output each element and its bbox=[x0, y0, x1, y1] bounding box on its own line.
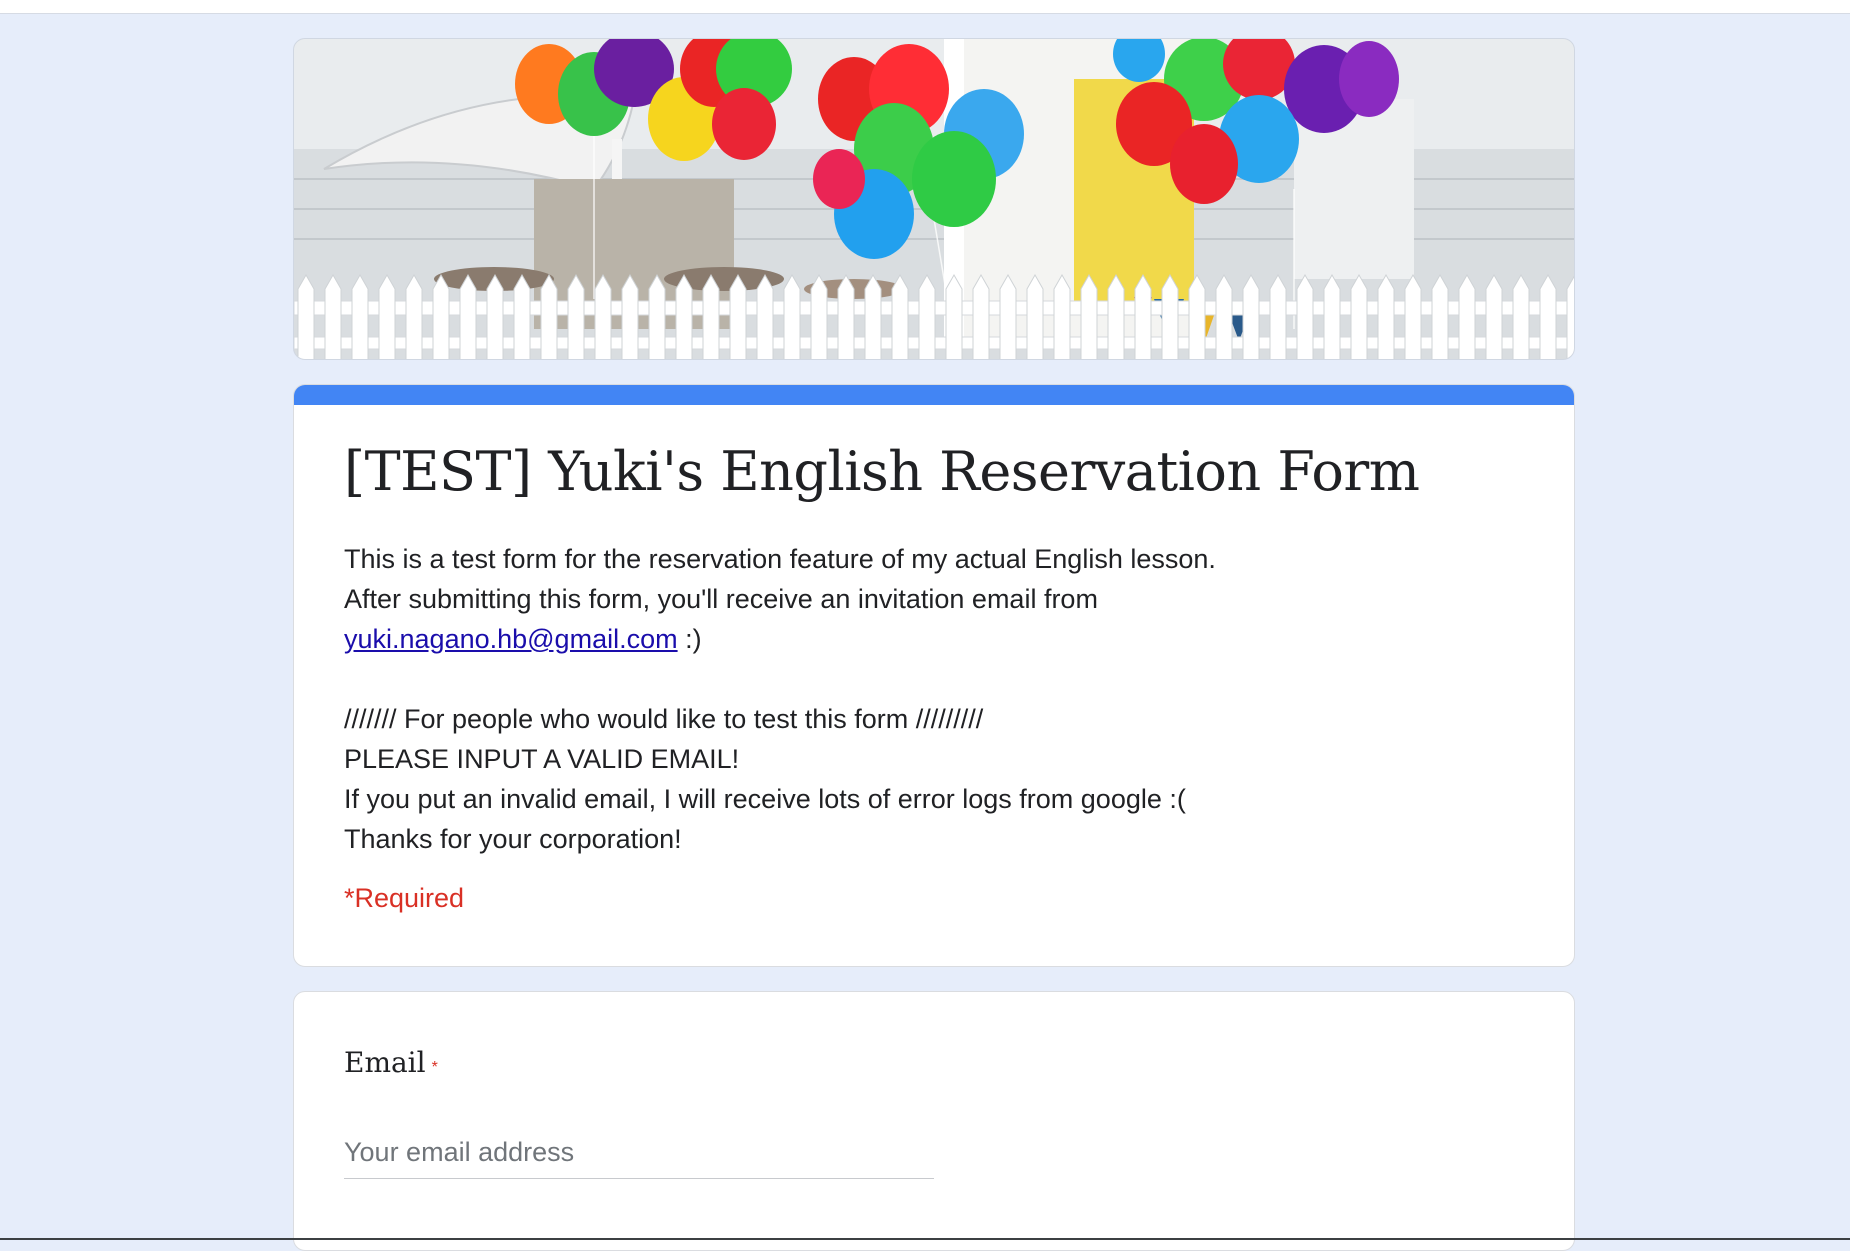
description-blank-line bbox=[344, 659, 1524, 699]
description-link-line: yuki.nagano.hb@gmail.com :) bbox=[344, 619, 1524, 659]
form-description: This is a test form for the reservation … bbox=[344, 539, 1524, 859]
form-page: [TEST] Yuki's English Reservation Form T… bbox=[293, 38, 1575, 1251]
description-line: If you put an invalid email, I will rece… bbox=[344, 784, 1186, 814]
header-accent-bar bbox=[294, 385, 1574, 405]
required-asterisk: * bbox=[431, 1059, 438, 1076]
header-banner-image bbox=[293, 38, 1575, 360]
question-title: Email * bbox=[344, 1046, 1524, 1079]
email-question-card: Email * bbox=[293, 991, 1575, 1251]
description-line: This is a test form for the reservation … bbox=[344, 544, 1216, 574]
top-border bbox=[0, 0, 1850, 14]
description-line: PLEASE INPUT A VALID EMAIL! bbox=[344, 744, 740, 774]
form-header-card: [TEST] Yuki's English Reservation Form T… bbox=[293, 384, 1575, 967]
description-line: Thanks for your corporation! bbox=[344, 824, 682, 854]
email-input[interactable] bbox=[344, 1137, 934, 1179]
required-note: *Required bbox=[344, 883, 465, 913]
description-line: /////// For people who would like to tes… bbox=[344, 704, 984, 734]
question-label: Email bbox=[344, 1046, 426, 1079]
email-link[interactable]: yuki.nagano.hb@gmail.com bbox=[344, 624, 678, 654]
form-title: [TEST] Yuki's English Reservation Form bbox=[344, 440, 1420, 503]
description-line: After submitting this form, you'll recei… bbox=[344, 584, 1098, 614]
email-link-suffix: :) bbox=[677, 624, 702, 654]
